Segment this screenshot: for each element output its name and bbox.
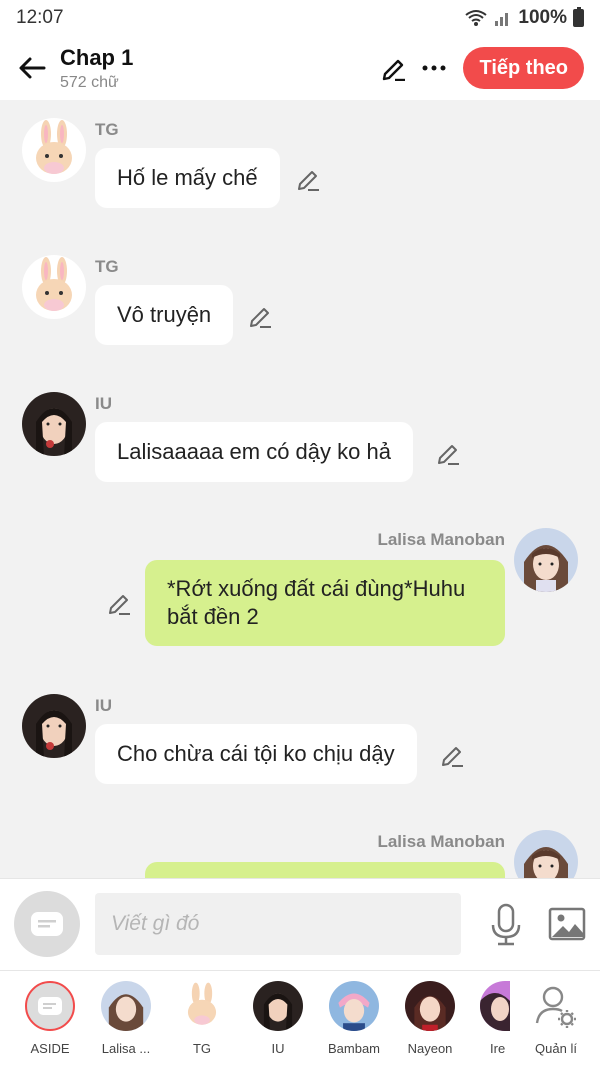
message-item: IU Lalisaaaaa em có dậy ko hả: [0, 392, 600, 492]
character-label: IU: [271, 1041, 285, 1056]
edit-message-icon[interactable]: [436, 440, 462, 466]
nayeon-avatar-icon: [405, 981, 455, 1031]
manage-avatar: [531, 981, 581, 1031]
more-horizontal-icon: [422, 65, 446, 71]
character-aside[interactable]: ASIDE: [12, 981, 88, 1056]
character-lalisa[interactable]: Lalisa ...: [88, 981, 164, 1056]
avatar-lalisa[interactable]: [514, 528, 578, 592]
message-text-line: bắt đền 2: [167, 604, 259, 629]
input-bar: Viết gì đó: [0, 878, 600, 970]
aside-avatar: [25, 981, 75, 1031]
character-nayeon[interactable]: Nayeon: [392, 981, 468, 1056]
avatar-tg[interactable]: [22, 118, 86, 182]
chat-lines-icon: [31, 912, 63, 936]
wifi-icon: [465, 10, 488, 26]
message-item: IU Cho chừa cái tội ko chịu dậy: [0, 694, 600, 794]
sender-name: IU: [95, 394, 112, 413]
microphone-icon[interactable]: [488, 903, 524, 947]
status-icons: 100%: [464, 7, 584, 29]
status-bar: 12:07 100%: [0, 0, 600, 36]
edit-message-icon[interactable]: [248, 303, 274, 329]
message-bubble[interactable]: Vô truyện: [95, 285, 234, 345]
battery-icon: [573, 7, 584, 27]
ire-avatar: [480, 981, 510, 1031]
message-bubble[interactable]: Lalisaaaaa em có dậy ko hả: [95, 422, 413, 482]
sender-name: TG: [95, 120, 119, 139]
arrow-left-icon: [19, 57, 46, 79]
message-item: TG Hố le mấy chế: [0, 118, 600, 218]
chat-lines-icon: [38, 997, 62, 1015]
nayeon-avatar: [405, 981, 455, 1031]
bunny-avatar-icon: [177, 981, 227, 1031]
message-bubble[interactable]: *Rớt xuống đất cái đùng*Huhu bắt đền 2: [145, 560, 505, 646]
sender-name: Lalisa Manoban: [377, 530, 505, 549]
iu-avatar: [253, 981, 303, 1031]
ire-avatar-icon: [480, 981, 510, 1031]
sender-name: IU: [95, 696, 112, 715]
avatar-iu[interactable]: [22, 694, 86, 758]
iu-avatar-icon: [253, 981, 303, 1031]
character-label: Ire: [490, 1041, 506, 1056]
lalisa-avatar-icon: [514, 528, 578, 592]
avatar-iu[interactable]: [22, 392, 86, 456]
iu-avatar-icon: [22, 392, 86, 456]
bunny-avatar-icon: [22, 255, 86, 319]
sender-name: Lalisa Manoban: [377, 832, 505, 851]
message-bubble[interactable]: Hố le mấy chế: [95, 148, 280, 208]
character-label: TG: [192, 1041, 212, 1056]
chat-area[interactable]: TG Hố le mấy chế TG Vô truyện IU Lalisaa…: [0, 100, 600, 878]
aside-toggle-button[interactable]: [14, 891, 80, 957]
edit-message-icon[interactable]: [440, 742, 466, 768]
character-iu[interactable]: IU: [240, 981, 316, 1056]
character-manage[interactable]: Quản lí: [518, 981, 594, 1056]
status-time: 12:07: [16, 7, 64, 28]
iu-avatar-icon: [22, 694, 86, 758]
character-label: Nayeon: [407, 1041, 453, 1056]
character-label: Quản lí: [535, 1041, 577, 1056]
bambam-avatar-icon: [329, 981, 379, 1031]
edit-title-button[interactable]: [377, 51, 411, 85]
character-label: Bambam: [327, 1041, 381, 1056]
app-header: Chap 1 572 chữ Tiếp theo: [0, 36, 600, 100]
edit-message-icon[interactable]: [296, 166, 322, 192]
message-bubble[interactable]: [145, 862, 505, 878]
character-label: Lalisa ...: [101, 1041, 151, 1056]
pencil-icon: [383, 59, 406, 81]
character-label: ASIDE: [30, 1041, 70, 1056]
word-count: 572 chữ: [60, 73, 119, 91]
tg-avatar: [177, 981, 227, 1031]
avatar-tg[interactable]: [22, 255, 86, 319]
avatar-lalisa[interactable]: [514, 830, 578, 878]
edit-message-icon[interactable]: [107, 590, 133, 616]
message-item: Lalisa Manoban: [0, 830, 600, 878]
message-input[interactable]: Viết gì đó: [95, 893, 461, 955]
character-tg[interactable]: TG: [164, 981, 240, 1056]
sender-name: TG: [95, 257, 119, 276]
next-button[interactable]: Tiếp theo: [463, 47, 584, 89]
user-settings-icon: [535, 986, 576, 1028]
signal-icon: [495, 13, 509, 26]
title-block: Chap 1 572 chữ: [60, 45, 377, 92]
character-bambam[interactable]: Bambam: [316, 981, 392, 1056]
back-button[interactable]: [16, 52, 48, 84]
message-item: TG Vô truyện: [0, 255, 600, 355]
bunny-avatar-icon: [22, 118, 86, 182]
message-text-line: *Rớt xuống đất cái đùng*Huhu: [167, 576, 466, 601]
lalisa-avatar-icon: [101, 981, 151, 1031]
page-title: Chap 1: [60, 44, 134, 70]
bambam-avatar: [329, 981, 379, 1031]
image-icon[interactable]: [548, 905, 586, 943]
message-bubble[interactable]: Cho chừa cái tội ko chịu dậy: [95, 724, 417, 784]
lalisa-avatar-icon: [514, 830, 578, 878]
character-ire[interactable]: Ire: [460, 981, 520, 1056]
message-item: Lalisa Manoban *Rớt xuống đất cái đùng*H…: [0, 528, 600, 658]
lalisa-avatar: [101, 981, 151, 1031]
battery-percent: 100%: [518, 7, 567, 28]
more-options-button[interactable]: [417, 51, 451, 85]
character-bar: ASIDE Lalisa ... TG IU Bambam Nayeon Ire…: [0, 970, 600, 1067]
